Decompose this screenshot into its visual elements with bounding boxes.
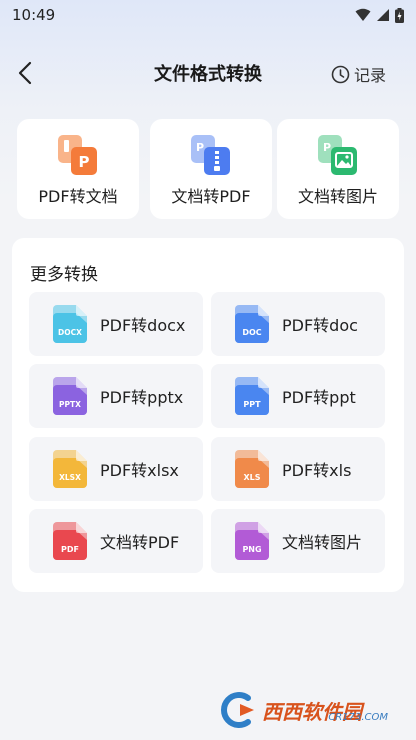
wifi-icon [355, 8, 371, 21]
file-type-icon: XLS [235, 450, 269, 488]
conversion-item[interactable]: DOC PDF转doc [211, 292, 385, 356]
more-conversions-panel: 更多转换 DOCX PDF转docx DOC PDF转doc PPTX PDF转pptx P… [12, 238, 404, 592]
svg-text:P: P [79, 153, 90, 171]
top-conversion-cards: P PDF转文档 P 文档转PDF P 文档转图片 [17, 119, 399, 219]
watermark-logo-icon [221, 692, 254, 728]
pdf-to-doc-icon: P [58, 135, 97, 175]
conversion-item[interactable]: PDF 文档转PDF [29, 509, 203, 573]
file-type-icon: PDF [53, 522, 87, 560]
battery-icon [395, 7, 404, 23]
file-badge-text: PDF [61, 545, 79, 554]
conversion-item[interactable]: XLS PDF转xls [211, 437, 385, 501]
clock-icon [331, 65, 350, 83]
file-type-icon: PPTX [53, 377, 87, 415]
conversion-item[interactable]: PNG 文档转图片 [211, 509, 385, 573]
chevron-left-icon [18, 61, 32, 85]
file-type-icon: DOC [235, 305, 269, 343]
top-card-label: 文档转图片 [297, 187, 378, 206]
doc-to-pdf-card[interactable]: P 文档转PDF [150, 119, 272, 219]
conversion-item-label: PDF转pptx [100, 388, 184, 407]
doc-to-image-icon: P [318, 135, 357, 175]
conversion-item[interactable]: XLSX PDF转xlsx [29, 437, 203, 501]
section-title: 更多转换 [30, 265, 98, 285]
doc-to-image-card[interactable]: P 文档转图片 [277, 119, 399, 219]
status-icons [355, 7, 404, 23]
status-time: 10:49 [12, 6, 56, 24]
page-title: 文件格式转换 [154, 64, 262, 85]
top-card-label: PDF转文档 [38, 187, 118, 206]
conversion-item[interactable]: PPTX PDF转pptx [29, 364, 203, 428]
top-card-label: 文档转PDF [171, 187, 251, 206]
doc-to-pdf-icon: P [191, 135, 230, 175]
watermark: 西西软件园 CR173.COM [218, 690, 398, 730]
file-type-icon: PPT [235, 377, 269, 415]
record-label: 记录 [353, 66, 386, 85]
record-button[interactable]: 记录 [331, 62, 386, 86]
conversion-item-label: PDF转docx [100, 316, 186, 335]
file-type-icon: DOCX [53, 305, 87, 343]
svg-text:P: P [196, 141, 204, 154]
file-badge-text: DOCX [58, 328, 82, 337]
back-button[interactable] [14, 60, 38, 86]
file-type-icon: XLSX [53, 450, 87, 488]
conversion-item[interactable]: DOCX PDF转docx [29, 292, 203, 356]
file-badge-text: XLSX [59, 473, 81, 482]
conversion-item-label: PDF转doc [282, 316, 358, 335]
file-badge-text: DOC [242, 328, 261, 337]
conversion-item-label: 文档转图片 [282, 533, 363, 552]
conversion-item-label: PDF转xls [282, 461, 352, 480]
watermark-subtext: CR173.COM [328, 712, 388, 723]
conversion-item-label: PDF转ppt [282, 388, 356, 407]
header: 文件格式转换 记录 [0, 46, 416, 100]
file-badge-text: XLS [243, 473, 260, 482]
file-badge-text: PPTX [59, 400, 81, 409]
svg-text:P: P [323, 141, 331, 154]
conversion-item-label: PDF转xlsx [100, 461, 179, 480]
conversion-item[interactable]: PPT PDF转ppt [211, 364, 385, 428]
file-badge-text: PNG [242, 545, 261, 554]
file-type-icon: PNG [235, 522, 269, 560]
status-bar: 10:49 [0, 0, 416, 30]
pdf-to-doc-card[interactable]: P PDF转文档 [17, 119, 139, 219]
signal-icon [377, 9, 389, 21]
conversion-item-label: 文档转PDF [100, 533, 180, 552]
file-badge-text: PPT [243, 400, 261, 409]
